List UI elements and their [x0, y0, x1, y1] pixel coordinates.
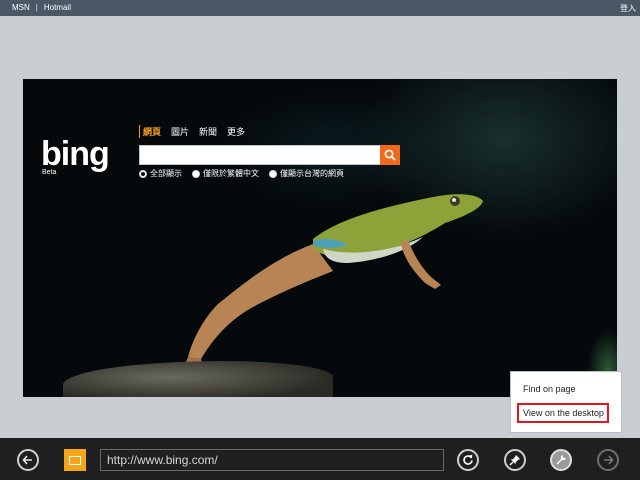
search-button[interactable]: [380, 145, 400, 165]
msn-link[interactable]: MSN: [12, 3, 30, 12]
refresh-button[interactable]: [457, 449, 479, 471]
radio-label: 僅限於繁體中文: [203, 169, 259, 178]
radio-label: 全部顯示: [150, 169, 182, 178]
radio-button[interactable]: [139, 169, 147, 178]
forward-icon: [604, 455, 614, 465]
find-on-page-item[interactable]: Find on page: [523, 384, 576, 394]
forward-button[interactable]: [597, 449, 619, 471]
hotmail-link[interactable]: Hotmail: [44, 3, 71, 12]
radio-all[interactable]: 全部顯示: [139, 168, 182, 179]
search-tabs: 網頁 圖片 新聞 更多: [139, 125, 245, 138]
radio-traditional-chinese[interactable]: 僅限於繁體中文: [192, 168, 259, 179]
radio-button[interactable]: [192, 169, 200, 178]
signin-link[interactable]: 登入: [620, 3, 636, 14]
pin-site-button[interactable]: [504, 449, 526, 471]
top-links: MSN | Hotmail: [12, 3, 71, 12]
tools-icon: [556, 455, 566, 465]
page-tools-menu: Find on page View on the desktop: [510, 371, 622, 433]
refresh-icon: [463, 454, 473, 465]
address-bar[interactable]: http://www.bing.com/: [100, 449, 444, 471]
back-button[interactable]: [17, 449, 39, 471]
search-scope-options: 全部顯示 僅限於繁體中文 僅顯示台灣的網頁: [139, 168, 344, 179]
radio-label: 僅顯示台灣的網頁: [280, 169, 344, 178]
search-icon: [384, 149, 396, 161]
bing-logo[interactable]: bing: [41, 137, 110, 171]
frog-image: [183, 194, 483, 371]
tab-images[interactable]: 圖片: [171, 125, 189, 138]
search-input[interactable]: [139, 145, 381, 165]
rock-image: [63, 361, 333, 397]
site-favicon: [64, 449, 86, 471]
tab-news[interactable]: 新聞: [199, 125, 217, 138]
pin-icon: [509, 455, 520, 466]
back-icon: [22, 455, 32, 465]
tab-web[interactable]: 網頁: [139, 125, 161, 138]
bing-homepage: bing Beta 網頁 圖片 新聞 更多 全部顯示 僅限於繁體中文 僅顯示台灣…: [23, 79, 617, 397]
beta-label: Beta: [42, 169, 57, 176]
tab-more[interactable]: 更多: [227, 125, 245, 138]
top-navigation-bar: MSN | Hotmail 登入: [0, 0, 640, 16]
radio-taiwan-pages[interactable]: 僅顯示台灣的網頁: [269, 168, 344, 179]
view-on-desktop-item[interactable]: View on the desktop: [517, 403, 609, 423]
page-tools-button[interactable]: [550, 449, 572, 471]
link-separator: |: [35, 3, 38, 12]
radio-button[interactable]: [269, 169, 277, 178]
